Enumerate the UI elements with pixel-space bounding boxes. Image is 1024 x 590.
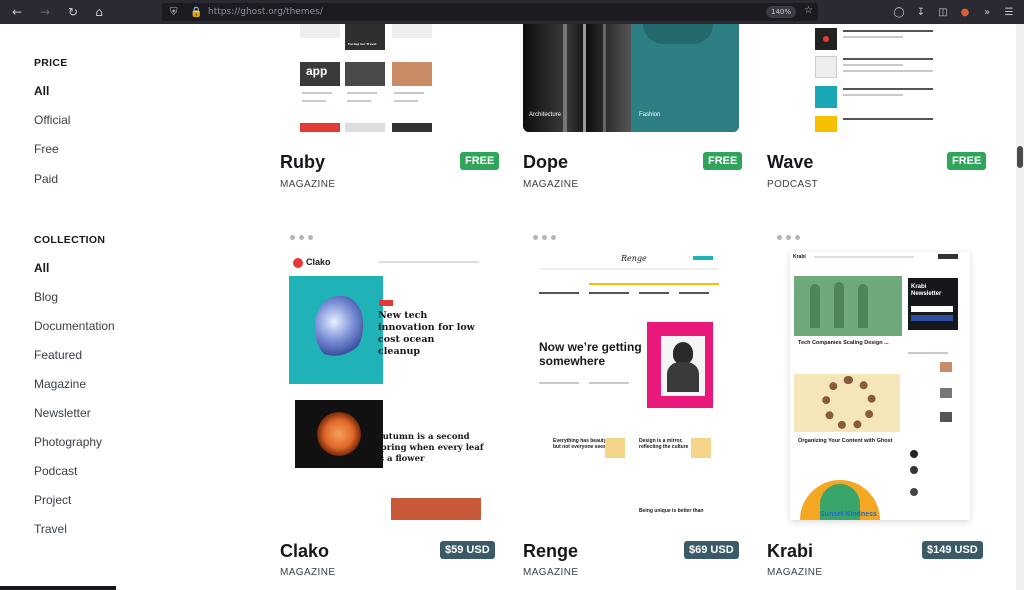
theme-name-ruby[interactable]: Ruby	[280, 152, 325, 173]
page-scrollbar[interactable]	[1016, 24, 1024, 590]
clako-headline-2: Autumn is a second spring when every lea…	[376, 432, 484, 464]
downloads-icon[interactable]: ↧	[912, 3, 930, 21]
overflow-chevrons-icon[interactable]: »	[978, 3, 996, 21]
renge-column-1: Everything has beauty, but not everyone …	[553, 438, 611, 450]
krabi-preview-image[interactable]: Krabi Krabi Newsletter Tech Companies Sc…	[790, 252, 970, 520]
theme-name-wave[interactable]: Wave	[767, 152, 813, 173]
dope-label-architecture: Architecture	[529, 112, 562, 118]
bottom-indicator-bar	[0, 586, 116, 590]
pocket-icon[interactable]: ◯	[890, 3, 908, 21]
price-filter-paid[interactable]: Paid	[34, 172, 58, 186]
krabi-headline-2: Organizing Your Content with Ghost	[798, 438, 893, 444]
krabi-headline-1: Tech Companies Scaling Design ...	[798, 340, 889, 346]
renge-preview-image[interactable]: Renge Now we’re getting somewhere Everyt…	[533, 252, 723, 520]
ruby-caption: Facing for Travel	[348, 42, 377, 46]
collection-filter-all[interactable]: All	[34, 261, 49, 275]
price-badge-ruby: FREE	[460, 152, 500, 170]
clako-logo: Clako	[306, 257, 331, 267]
wave-preview-image[interactable]	[815, 24, 935, 132]
collection-filter-travel[interactable]: Travel	[34, 522, 67, 536]
clako-headline-1: New tech innovation for low cost ocean c…	[378, 310, 475, 357]
price-filter-all[interactable]: All	[34, 84, 49, 98]
price-badge-clako: $59 USD	[440, 541, 495, 559]
menu-icon[interactable]: ☰	[1000, 3, 1018, 21]
dope-label-fashion: Fashion	[639, 112, 661, 118]
renge-logo: Renge	[621, 254, 647, 263]
reload-icon[interactable]: ↻	[64, 3, 82, 21]
krabi-newsletter-title: Krabi Newsletter	[911, 284, 942, 297]
theme-category-dope: MAGAZINE	[523, 179, 579, 190]
ruby-app-tile: app	[306, 64, 328, 78]
theme-name-renge[interactable]: Renge	[523, 541, 578, 562]
shield-icon[interactable]: ⛨	[170, 7, 182, 18]
collection-filter-project[interactable]: Project	[34, 493, 71, 507]
price-badge-renge: $69 USD	[684, 541, 739, 559]
theme-name-clako[interactable]: Clako	[280, 541, 329, 562]
collection-filter-magazine[interactable]: Magazine	[34, 377, 86, 391]
lock-icon[interactable]: 🔒	[190, 7, 202, 18]
theme-category-renge: MAGAZINE	[523, 567, 579, 578]
krabi-tag-text: Sunset Kindness	[820, 511, 877, 518]
forward-arrow-icon[interactable]: →	[36, 3, 54, 21]
scrollbar-thumb[interactable]	[1017, 146, 1023, 168]
krabi-window-dots	[777, 235, 800, 240]
browser-toolbar: ← → ↻ ⌂ ⛨ 🔒 https://ghost.org/themes/ 14…	[0, 0, 1024, 24]
sidebar-toggle-icon[interactable]: ◫	[934, 3, 952, 21]
krabi-logo: Krabi	[793, 254, 806, 260]
price-badge-dope: FREE	[703, 152, 743, 170]
theme-category-wave: PODCAST	[767, 179, 819, 190]
home-icon[interactable]: ⌂	[90, 3, 108, 21]
collection-heading: COLLECTION	[34, 234, 106, 246]
renge-headline: Now we’re getting somewhere	[539, 340, 642, 368]
renge-column-2: Design is a mirror, reflecting the cultu…	[639, 438, 689, 450]
theme-category-krabi: MAGAZINE	[767, 567, 823, 578]
renge-window-dots	[533, 235, 556, 240]
price-badge-wave: FREE	[947, 152, 987, 170]
price-heading: PRICE	[34, 57, 68, 69]
theme-category-ruby: MAGAZINE	[280, 179, 336, 190]
extension-icon[interactable]: ●	[956, 3, 974, 21]
dope-preview-image[interactable]: Architecture Fashion	[523, 24, 739, 132]
ruby-preview-image[interactable]: Facing for Travel app	[300, 24, 432, 132]
url-text[interactable]: https://ghost.org/themes/	[208, 7, 323, 17]
theme-name-dope[interactable]: Dope	[523, 152, 568, 173]
price-filter-official[interactable]: Official	[34, 113, 70, 127]
address-bar[interactable]: ⛨ 🔒 https://ghost.org/themes/ 140% ☆	[162, 3, 818, 21]
collection-filter-blog[interactable]: Blog	[34, 290, 58, 304]
collection-filter-documentation[interactable]: Documentation	[34, 319, 115, 333]
collection-filter-newsletter[interactable]: Newsletter	[34, 406, 91, 420]
price-badge-krabi: $149 USD	[922, 541, 983, 559]
bookmark-star-icon[interactable]: ☆	[804, 5, 813, 16]
renge-column-3: Being unique is better than	[639, 508, 704, 514]
collection-filter-podcast[interactable]: Podcast	[34, 464, 77, 478]
zoom-level-badge[interactable]: 140%	[765, 6, 796, 18]
clako-window-dots	[290, 235, 313, 240]
collection-filter-featured[interactable]: Featured	[34, 348, 82, 362]
clako-preview-image[interactable]: Clako New tech innovation for low cost o…	[289, 252, 495, 520]
theme-name-krabi[interactable]: Krabi	[767, 541, 813, 562]
theme-category-clako: MAGAZINE	[280, 567, 336, 578]
back-arrow-icon[interactable]: ←	[8, 3, 26, 21]
collection-filter-photography[interactable]: Photography	[34, 435, 102, 449]
price-filter-free[interactable]: Free	[34, 142, 59, 156]
